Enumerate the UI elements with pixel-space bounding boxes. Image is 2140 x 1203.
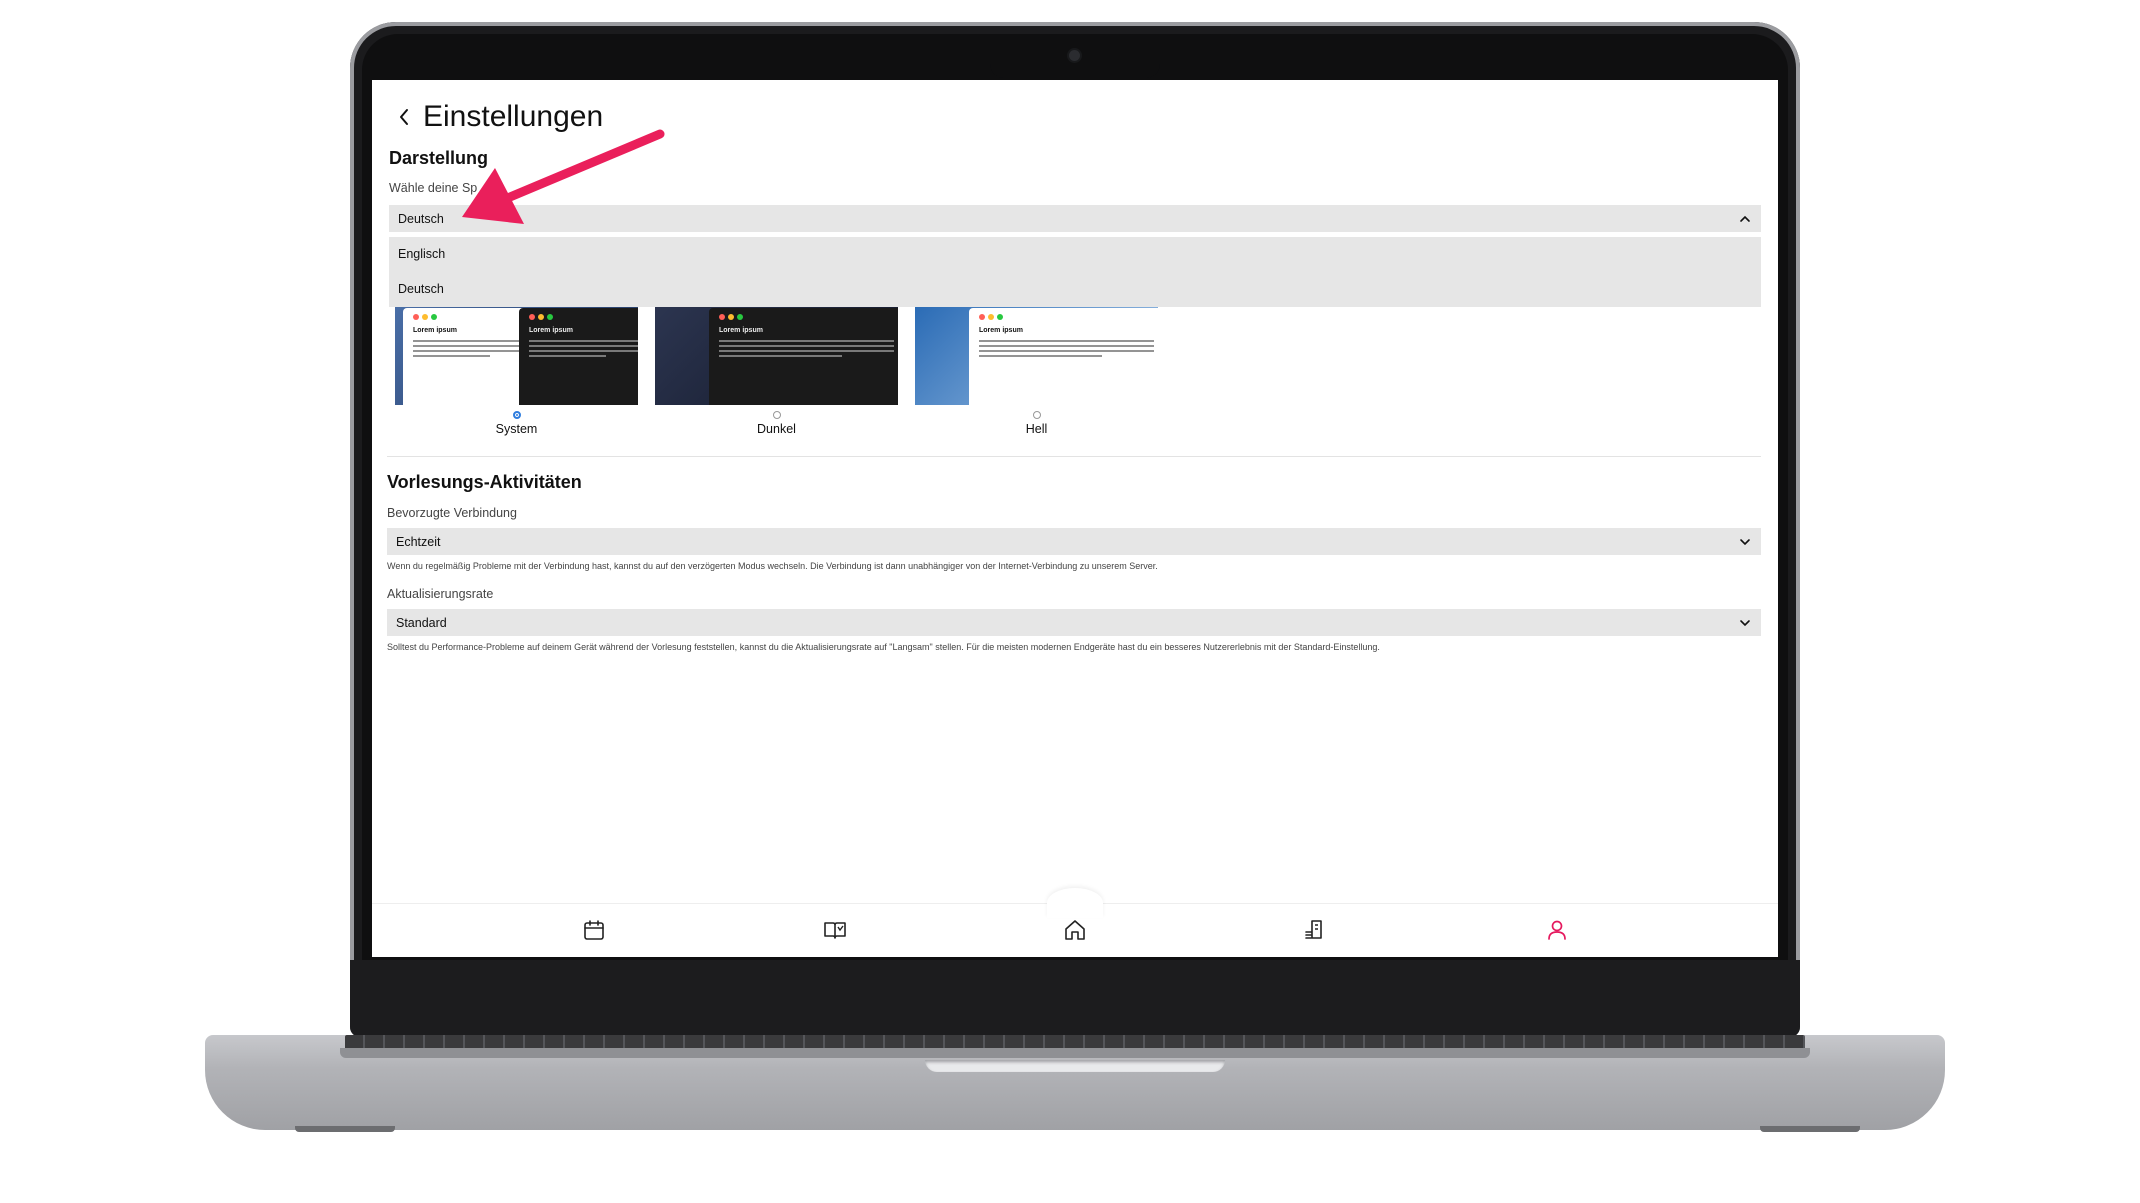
nav-home-bump <box>1047 888 1103 918</box>
preview-window-light: Lorem ipsum <box>969 308 1158 405</box>
language-options-dropdown: Englisch Deutsch <box>389 237 1761 307</box>
language-label: Wähle deine Sp <box>389 181 478 195</box>
chevron-down-icon <box>1740 619 1750 626</box>
profile-icon[interactable] <box>1545 918 1569 942</box>
language-select-value: Deutsch <box>398 211 444 226</box>
rate-select[interactable]: Standard <box>387 609 1761 636</box>
rate-select-value: Standard <box>396 615 447 630</box>
book-icon[interactable] <box>823 918 847 942</box>
section-divider <box>387 456 1761 457</box>
theme-radio-dunkel[interactable] <box>772 411 781 419</box>
back-chevron-icon[interactable] <box>397 105 411 129</box>
connection-select[interactable]: Echtzeit <box>387 528 1761 555</box>
theme-label-dunkel: Dunkel <box>757 422 796 436</box>
section-title-vorlesung: Vorlesungs-Aktivitäten <box>387 472 582 492</box>
theme-option-hell[interactable]: Lorem ipsum Hell <box>915 305 1158 436</box>
lid-opening-notch <box>925 1060 1225 1072</box>
language-option-englisch[interactable]: Englisch <box>389 237 1761 272</box>
language-option-deutsch[interactable]: Deutsch <box>389 272 1761 307</box>
calendar-icon[interactable] <box>582 918 606 942</box>
preview-window-dark: Lorem ipsum <box>709 308 898 405</box>
preview-window-dark: Lorem ipsum <box>519 308 638 405</box>
theme-preview-hell: Lorem ipsum <box>915 305 1158 405</box>
theme-radio-system[interactable] <box>512 411 521 419</box>
theme-option-dunkel[interactable]: Lorem ipsum Dunkel <box>655 305 898 436</box>
theme-preview-system: Lorem ipsum Lorem ipsum <box>395 305 638 405</box>
window-dots-icon <box>529 314 638 320</box>
preview-window-light: Lorem ipsum <box>403 308 533 405</box>
hinge <box>340 1048 1810 1058</box>
window-dots-icon <box>719 314 894 320</box>
chevron-up-icon <box>1740 215 1750 222</box>
notes-icon[interactable] <box>1303 918 1327 942</box>
connection-select-value: Echtzeit <box>396 534 441 549</box>
section-title-darstellung: Darstellung <box>389 148 489 168</box>
language-select[interactable]: Deutsch <box>389 205 1761 232</box>
laptop-foot-right <box>1760 1126 1860 1132</box>
connection-help-text: Wenn du regelmäßig Probleme mit der Verb… <box>387 561 1158 571</box>
chevron-down-icon <box>1740 538 1750 545</box>
preview-title: Lorem ipsum <box>719 327 763 334</box>
page-title: Einstellungen <box>423 100 604 133</box>
rate-help-text: Solltest du Performance-Probleme auf dei… <box>387 642 1380 652</box>
theme-label-system: System <box>495 422 538 436</box>
rate-label: Aktualisierungsrate <box>387 587 494 601</box>
theme-preview-dunkel: Lorem ipsum <box>655 305 898 405</box>
home-icon[interactable] <box>1063 918 1087 942</box>
laptop-foot-left <box>295 1126 395 1132</box>
theme-radio-hell[interactable] <box>1032 411 1041 419</box>
bottom-bezel <box>350 960 1800 1037</box>
preview-title: Lorem ipsum <box>979 327 1023 334</box>
app-screen: Einstellungen Darstellung Wähle deine Sp… <box>372 80 1778 957</box>
page-header: Einstellungen <box>397 100 603 134</box>
theme-option-system[interactable]: Lorem ipsum Lorem ipsum System <box>395 305 638 436</box>
window-dots-icon <box>413 314 523 320</box>
theme-label-hell: Hell <box>1025 422 1048 436</box>
window-dots-icon <box>979 314 1154 320</box>
preview-title: Lorem ipsum <box>529 327 573 334</box>
camera-icon <box>1069 50 1080 61</box>
preview-title: Lorem ipsum <box>413 327 457 334</box>
connection-label: Bevorzugte Verbindung <box>387 506 517 520</box>
